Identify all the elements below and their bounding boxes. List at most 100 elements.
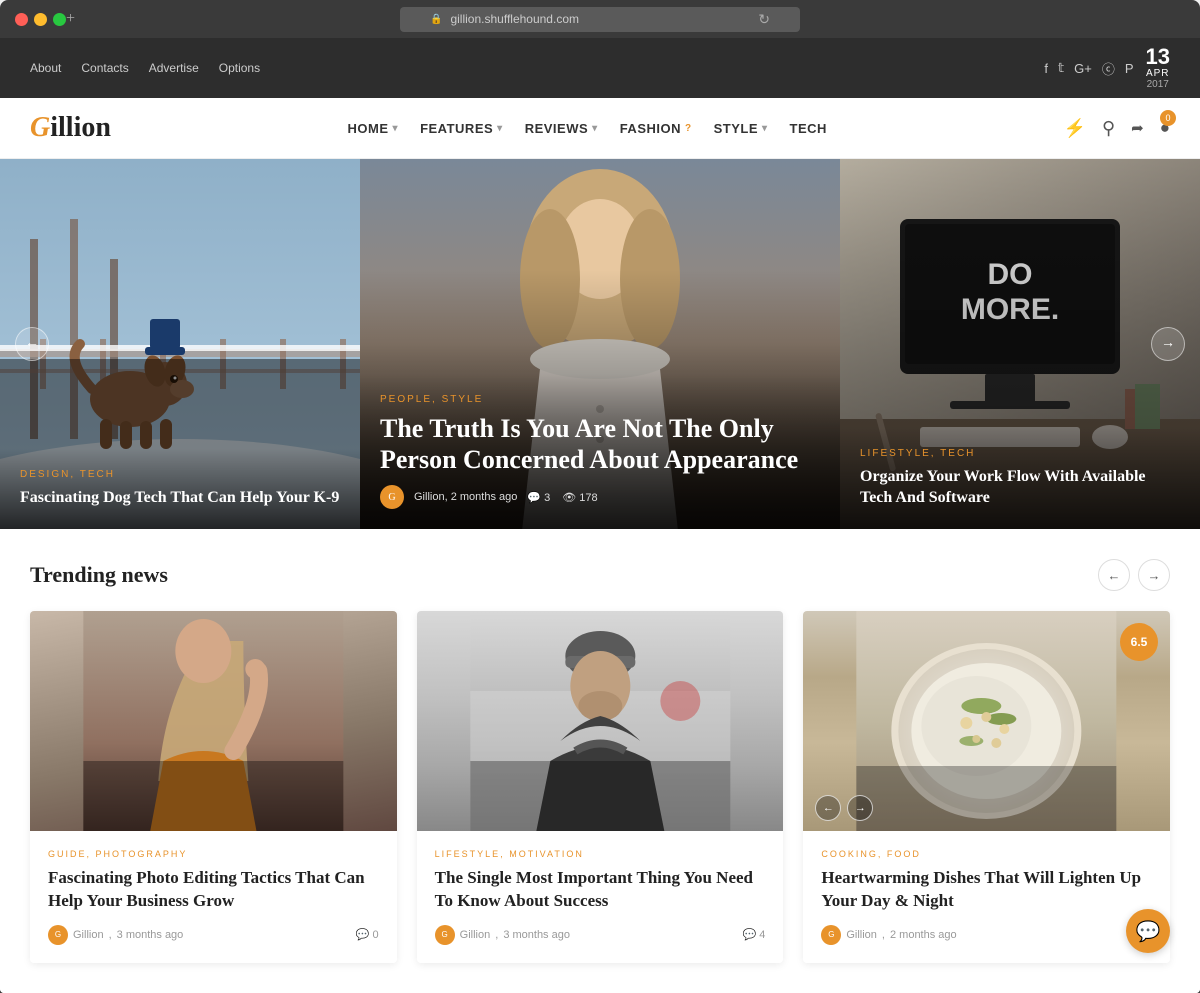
browser-window: 🔒 gillion.shufflehound.com ↻ + About Con…	[0, 0, 1200, 993]
trending-prev-btn[interactable]: ←	[1098, 559, 1130, 591]
comment-icon: 💬 3	[527, 491, 550, 504]
facebook-icon[interactable]: f	[1044, 61, 1048, 76]
header-icons: ⚡ ⚲ ➦ ● 0	[1064, 118, 1170, 139]
topbar-options[interactable]: Options	[219, 61, 260, 75]
browser-dots	[15, 13, 66, 26]
site-wrapper: About Contacts Advertise Options f 𝕥 G+ …	[0, 38, 1200, 993]
trending-card-1[interactable]: GUIDE, PHOTOGRAPHY Fascinating Photo Edi…	[30, 611, 397, 963]
trending-title: Trending news	[30, 562, 168, 588]
trending-card-2[interactable]: LIFESTYLE, MOTIVATION The Single Most Im…	[417, 611, 784, 963]
right-slide-overlay: LIFESTYLE, TECH Organize Your Work Flow …	[840, 428, 1200, 529]
logo[interactable]: Gillion	[30, 112, 111, 144]
card-3-title: Heartwarming Dishes That Will Lighten Up…	[821, 867, 1152, 913]
slide-meta-icons: 💬 3 👁 178	[527, 491, 597, 504]
search-icon[interactable]: ⚲	[1102, 118, 1115, 139]
card-1-stats: 💬 0	[356, 928, 379, 941]
browser-expand[interactable]: +	[66, 10, 75, 28]
card-1-author: G Gillion, 3 months ago	[48, 925, 183, 945]
browser-title-bar: 🔒 gillion.shufflehound.com ↻ +	[0, 10, 1200, 38]
center-slide-overlay: PEOPLE, STYLE The Truth Is You Are Not T…	[360, 374, 840, 529]
card-1-title: Fascinating Photo Editing Tactics That C…	[48, 867, 379, 913]
trending-next-btn[interactable]: →	[1138, 559, 1170, 591]
card-3-author: G Gillion, 2 months ago	[821, 925, 956, 945]
pinterest-icon[interactable]: P	[1125, 61, 1134, 76]
topbar-contacts[interactable]: Contacts	[81, 61, 128, 75]
card-3-prev-btn[interactable]: ←	[815, 795, 841, 821]
trending-card-3[interactable]: 6.5 ← → COOKING, FOOD Heartwarming Dishe…	[803, 611, 1170, 963]
date-month: APR	[1146, 68, 1170, 79]
card-2-meta: G Gillion, 3 months ago 💬 4	[435, 925, 766, 945]
trending-cards: GUIDE, PHOTOGRAPHY Fascinating Photo Edi…	[30, 611, 1170, 963]
right-slide-title[interactable]: Organize Your Work Flow With Available T…	[860, 467, 1180, 509]
topbar-advertise[interactable]: Advertise	[149, 61, 199, 75]
left-slide-title[interactable]: Fascinating Dog Tech That Can Help Your …	[20, 488, 340, 509]
trending-section: Trending news ← →	[0, 529, 1200, 993]
center-slide-category: PEOPLE, STYLE	[380, 394, 820, 405]
maximize-dot[interactable]	[53, 13, 66, 26]
card-2-category: LIFESTYLE, MOTIVATION	[435, 849, 766, 859]
trending-header: Trending news ← →	[30, 559, 1170, 591]
googleplus-icon[interactable]: G+	[1074, 61, 1092, 76]
url-bar[interactable]: 🔒 gillion.shufflehound.com ↻	[400, 7, 800, 32]
author-avatar: G	[380, 485, 404, 509]
top-bar-nav: About Contacts Advertise Options	[30, 61, 260, 75]
card-3-category: COOKING, FOOD	[821, 849, 1152, 859]
center-slide-title[interactable]: The Truth Is You Are Not The Only Person…	[380, 413, 820, 475]
hero-left-slide: ← DESIGN, TECH Fascinating Dog Tech That…	[0, 159, 360, 529]
main-nav: HOME ▾ FEATURES ▾ REVIEWS ▾ FASHION ? ST…	[348, 121, 827, 136]
card-1-comment-icon: 💬 0	[356, 928, 379, 941]
card-3-image: 6.5 ← →	[803, 611, 1170, 831]
nav-tech[interactable]: TECH	[790, 121, 827, 136]
right-slide-category: LIFESTYLE, TECH	[860, 448, 1180, 459]
topbar-about[interactable]: About	[30, 61, 61, 75]
card-3-rating: 6.5	[1120, 623, 1158, 661]
card-2-author: G Gillion, 3 months ago	[435, 925, 570, 945]
social-icons: f 𝕥 G+ ⓒ P	[1044, 59, 1133, 78]
svg-text:MORE.: MORE.	[961, 293, 1059, 326]
hero-slider: ← DESIGN, TECH Fascinating Dog Tech That…	[0, 159, 1200, 529]
refresh-icon[interactable]: ↻	[758, 11, 770, 28]
nav-features[interactable]: FEATURES ▾	[420, 121, 503, 136]
views-icon: 👁 178	[562, 491, 597, 504]
card-2-stats: 💬 4	[742, 928, 765, 941]
nav-fashion[interactable]: FASHION ?	[620, 121, 692, 136]
nav-style[interactable]: STYLE ▾	[714, 121, 768, 136]
card-1-category: GUIDE, PHOTOGRAPHY	[48, 849, 379, 859]
hero-left-prev-btn[interactable]: ←	[15, 327, 49, 361]
top-bar-right: f 𝕥 G+ ⓒ P 13 APR 2017	[1044, 46, 1170, 90]
card-2-avatar: G	[435, 925, 455, 945]
card-3-slider-nav: ← →	[815, 795, 873, 821]
chat-button[interactable]: 💬	[1126, 909, 1170, 953]
card-1-meta: G Gillion, 3 months ago 💬 0	[48, 925, 379, 945]
hero-right-next-btn[interactable]: →	[1151, 327, 1185, 361]
card-1-avatar: G	[48, 925, 68, 945]
left-slide-category: DESIGN, TECH	[20, 469, 340, 480]
card-1-image	[30, 611, 397, 831]
minimize-dot[interactable]	[34, 13, 47, 26]
card-1-content: GUIDE, PHOTOGRAPHY Fascinating Photo Edi…	[30, 831, 397, 963]
instagram-icon[interactable]: ⓒ	[1102, 59, 1115, 78]
card-3-avatar: G	[821, 925, 841, 945]
twitter-icon[interactable]: 𝕥	[1058, 60, 1064, 76]
trending-nav: ← →	[1098, 559, 1170, 591]
close-dot[interactable]	[15, 13, 28, 26]
card-2-title: The Single Most Important Thing You Need…	[435, 867, 766, 913]
card-3-next-btn[interactable]: →	[847, 795, 873, 821]
card-2-image	[417, 611, 784, 831]
nav-reviews[interactable]: REVIEWS ▾	[525, 121, 598, 136]
date-display: 13 APR 2017	[1146, 46, 1170, 90]
notification-bell[interactable]: ● 0	[1160, 118, 1170, 138]
lightning-icon[interactable]: ⚡	[1064, 118, 1086, 139]
logo-rest: illion	[50, 112, 111, 144]
lock-icon: 🔒	[430, 14, 442, 25]
center-author: Gillion, 2 months ago	[414, 491, 517, 503]
notification-count: 0	[1160, 110, 1176, 126]
date-day: 13	[1146, 46, 1170, 68]
share-icon[interactable]: ➦	[1131, 119, 1144, 138]
card-3-content: COOKING, FOOD Heartwarming Dishes That W…	[803, 831, 1170, 963]
svg-text:DO: DO	[988, 258, 1033, 291]
nav-home[interactable]: HOME ▾	[348, 121, 399, 136]
hero-center-slide: PEOPLE, STYLE The Truth Is You Are Not T…	[360, 159, 840, 529]
left-slide-overlay: DESIGN, TECH Fascinating Dog Tech That C…	[0, 449, 360, 529]
url-text: gillion.shufflehound.com	[450, 12, 579, 26]
